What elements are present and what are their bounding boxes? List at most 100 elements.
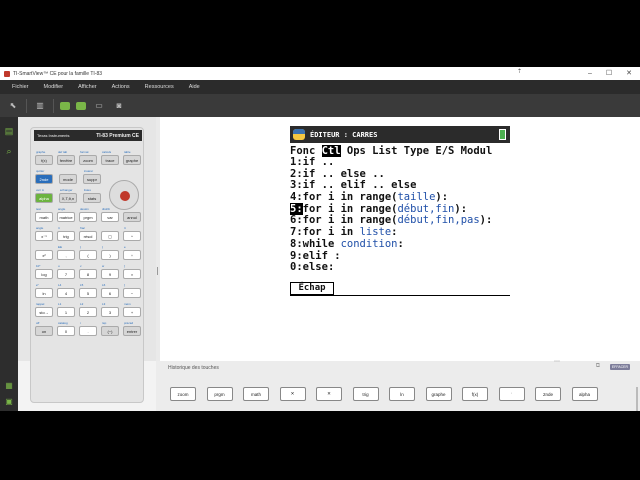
key-8-4[interactable]: + mém — [123, 302, 141, 317]
history-resize-handle[interactable]: ⋯ — [554, 358, 560, 365]
key-secondary-label: 10ˣ — [36, 264, 41, 268]
menu-fichier[interactable]: Fichier — [12, 84, 29, 90]
key-9-0[interactable]: on off — [35, 321, 53, 336]
key-8-3[interactable]: 3 L3 — [101, 302, 119, 317]
toolbar: ⬉ ▥ ▭ ◙ — [0, 94, 640, 117]
camera-icon[interactable]: ◙ — [112, 100, 126, 112]
maximize-button[interactable]: ☐ — [606, 67, 612, 80]
history-key[interactable]: graphe — [425, 387, 452, 401]
pointer-tool-icon[interactable]: ⬉ — [6, 100, 20, 112]
key-2-1[interactable]: X,T,θ,n échanger — [59, 188, 77, 203]
key-3-2[interactable]: prgm dessin — [79, 207, 97, 222]
key-3-0[interactable]: math test — [35, 207, 53, 222]
history-key[interactable]: prgm — [206, 387, 233, 401]
key-0-0[interactable]: f(x) graphe — [35, 150, 53, 165]
history-key-label: graphe — [431, 391, 446, 397]
key-4-2[interactable]: résol frac — [79, 226, 97, 241]
history-key[interactable]: zoom — [170, 387, 196, 401]
key-8-2[interactable]: 2 L2 — [79, 302, 97, 317]
key-8-0[interactable]: sto→ rappel — [35, 302, 53, 317]
minimize-button[interactable]: – — [588, 67, 592, 80]
option-tail: ): — [454, 202, 468, 215]
key-6-1[interactable]: 7u — [57, 264, 75, 279]
search-icon[interactable]: ⌕ — [3, 145, 15, 157]
key-6-3[interactable]: 9w — [101, 264, 119, 279]
key-6-2[interactable]: 8v — [79, 264, 97, 279]
key-5-1[interactable]: , EE — [57, 245, 75, 260]
menu-options: 1:if .. 2:if .. else .. 3:if .. elif .. el… — [290, 156, 510, 274]
clear-history-button[interactable]: EFFACER — [609, 364, 630, 370]
key-9-2[interactable]: .i — [79, 321, 97, 336]
key-secondary-label: def tab — [58, 150, 68, 154]
option-code: if .. elif .. else — [302, 179, 417, 192]
key-4-3[interactable]: ▢ — [101, 231, 119, 241]
option-number: 6: — [290, 214, 303, 227]
key-7-4[interactable]: −] — [123, 283, 141, 298]
tabs-after[interactable]: Ops List Type E/S Modul — [341, 145, 492, 157]
key-label: ^ — [131, 233, 133, 239]
key-4-4[interactable]: ^ π — [123, 226, 141, 241]
key-2-0[interactable]: alpha verr A — [35, 188, 53, 203]
key-7-3[interactable]: 6 L6 — [101, 283, 119, 298]
menu-option[interactable]: 0:else: — [290, 261, 510, 274]
key-5-2[interactable]: ({ — [79, 245, 97, 260]
layout-icon[interactable]: ▦ — [3, 381, 15, 391]
send-to-calculator-icon[interactable] — [60, 101, 70, 110]
key-1-0[interactable]: 2nde quitter — [35, 169, 53, 184]
close-button[interactable]: ✕ — [626, 67, 632, 80]
screen-icon[interactable]: ▭ — [92, 100, 106, 112]
menu-modifier[interactable]: Modifier — [44, 84, 64, 90]
key-7-1[interactable]: 4 L4 — [57, 283, 75, 298]
key-0-4[interactable]: graphe table — [123, 150, 141, 165]
menu-aide[interactable]: Aide — [189, 84, 200, 90]
history-key[interactable]: math — [243, 387, 269, 401]
key-3-1[interactable]: matrice angle — [57, 207, 75, 222]
key-8-1[interactable]: 1 L1 — [57, 302, 75, 317]
history-key[interactable]: 2nde — [535, 387, 561, 401]
arrow-pad[interactable] — [109, 180, 139, 210]
key-0-2[interactable]: zoom format — [79, 150, 97, 165]
escape-softkey[interactable]: Échap — [290, 282, 334, 295]
key-4-0[interactable]: x⁻¹ angle — [35, 226, 53, 241]
history-key[interactable]: ln — [389, 387, 415, 401]
key-5-0[interactable]: x² — [35, 250, 53, 260]
key-1-1[interactable]: mode — [59, 174, 77, 184]
history-key[interactable]: trig — [352, 387, 379, 401]
option-code: if .. else .. — [302, 167, 385, 180]
history-key[interactable]: alpha — [571, 387, 598, 401]
key-7-2[interactable]: 5 L5 — [79, 283, 97, 298]
history-key[interactable]: f(x) — [462, 387, 488, 401]
menu-ressources[interactable]: Ressources — [145, 84, 174, 90]
key-9-4[interactable]: entrer précéd — [123, 321, 141, 336]
key-9-3[interactable]: (−) rép — [101, 321, 119, 336]
key-2-2[interactable]: stats listes — [83, 188, 101, 203]
key-0-3[interactable]: trace calculs — [101, 150, 119, 165]
key-label: x⁻¹ — [41, 233, 47, 239]
calculator-icon[interactable]: ▤ — [3, 125, 15, 137]
history-scrollbar[interactable] — [636, 387, 638, 411]
copy-icon[interactable]: ⧉ — [596, 363, 600, 370]
history-key[interactable]: ˈ — [498, 387, 525, 401]
key-3-4[interactable]: annul — [123, 212, 141, 222]
receive-from-calculator-icon[interactable] — [76, 101, 86, 110]
key-0-1[interactable]: fenêtre def tab — [57, 150, 75, 165]
key-5-4[interactable]: ÷ e — [123, 245, 141, 260]
key-secondary-label: L6 — [102, 283, 106, 287]
key-5-3[interactable]: )} — [101, 245, 119, 260]
calculator-select-icon[interactable]: ▥ — [33, 100, 47, 112]
menu-actions[interactable]: Actions — [112, 84, 130, 90]
key-3-3[interactable]: var distrib — [101, 207, 119, 222]
key-label: matrice — [59, 214, 73, 220]
history-key[interactable]: ✕ — [279, 387, 306, 401]
key-secondary-label: verr A — [36, 188, 44, 192]
key-4-1[interactable]: trig π — [57, 226, 75, 241]
key-6-4[interactable]: ×[ — [123, 264, 141, 279]
key-9-1[interactable]: 0 catalog — [57, 321, 75, 336]
menu-afficher[interactable]: Afficher — [78, 84, 97, 90]
key-label: (−) — [107, 328, 113, 334]
key-1-2[interactable]: suppr insérer — [83, 169, 101, 184]
key-7-0[interactable]: ln eˣ — [35, 283, 53, 298]
panel-icon[interactable]: ▣ — [3, 397, 15, 407]
key-6-0[interactable]: log 10ˣ — [35, 264, 53, 279]
history-key[interactable]: ✕ — [316, 387, 342, 401]
